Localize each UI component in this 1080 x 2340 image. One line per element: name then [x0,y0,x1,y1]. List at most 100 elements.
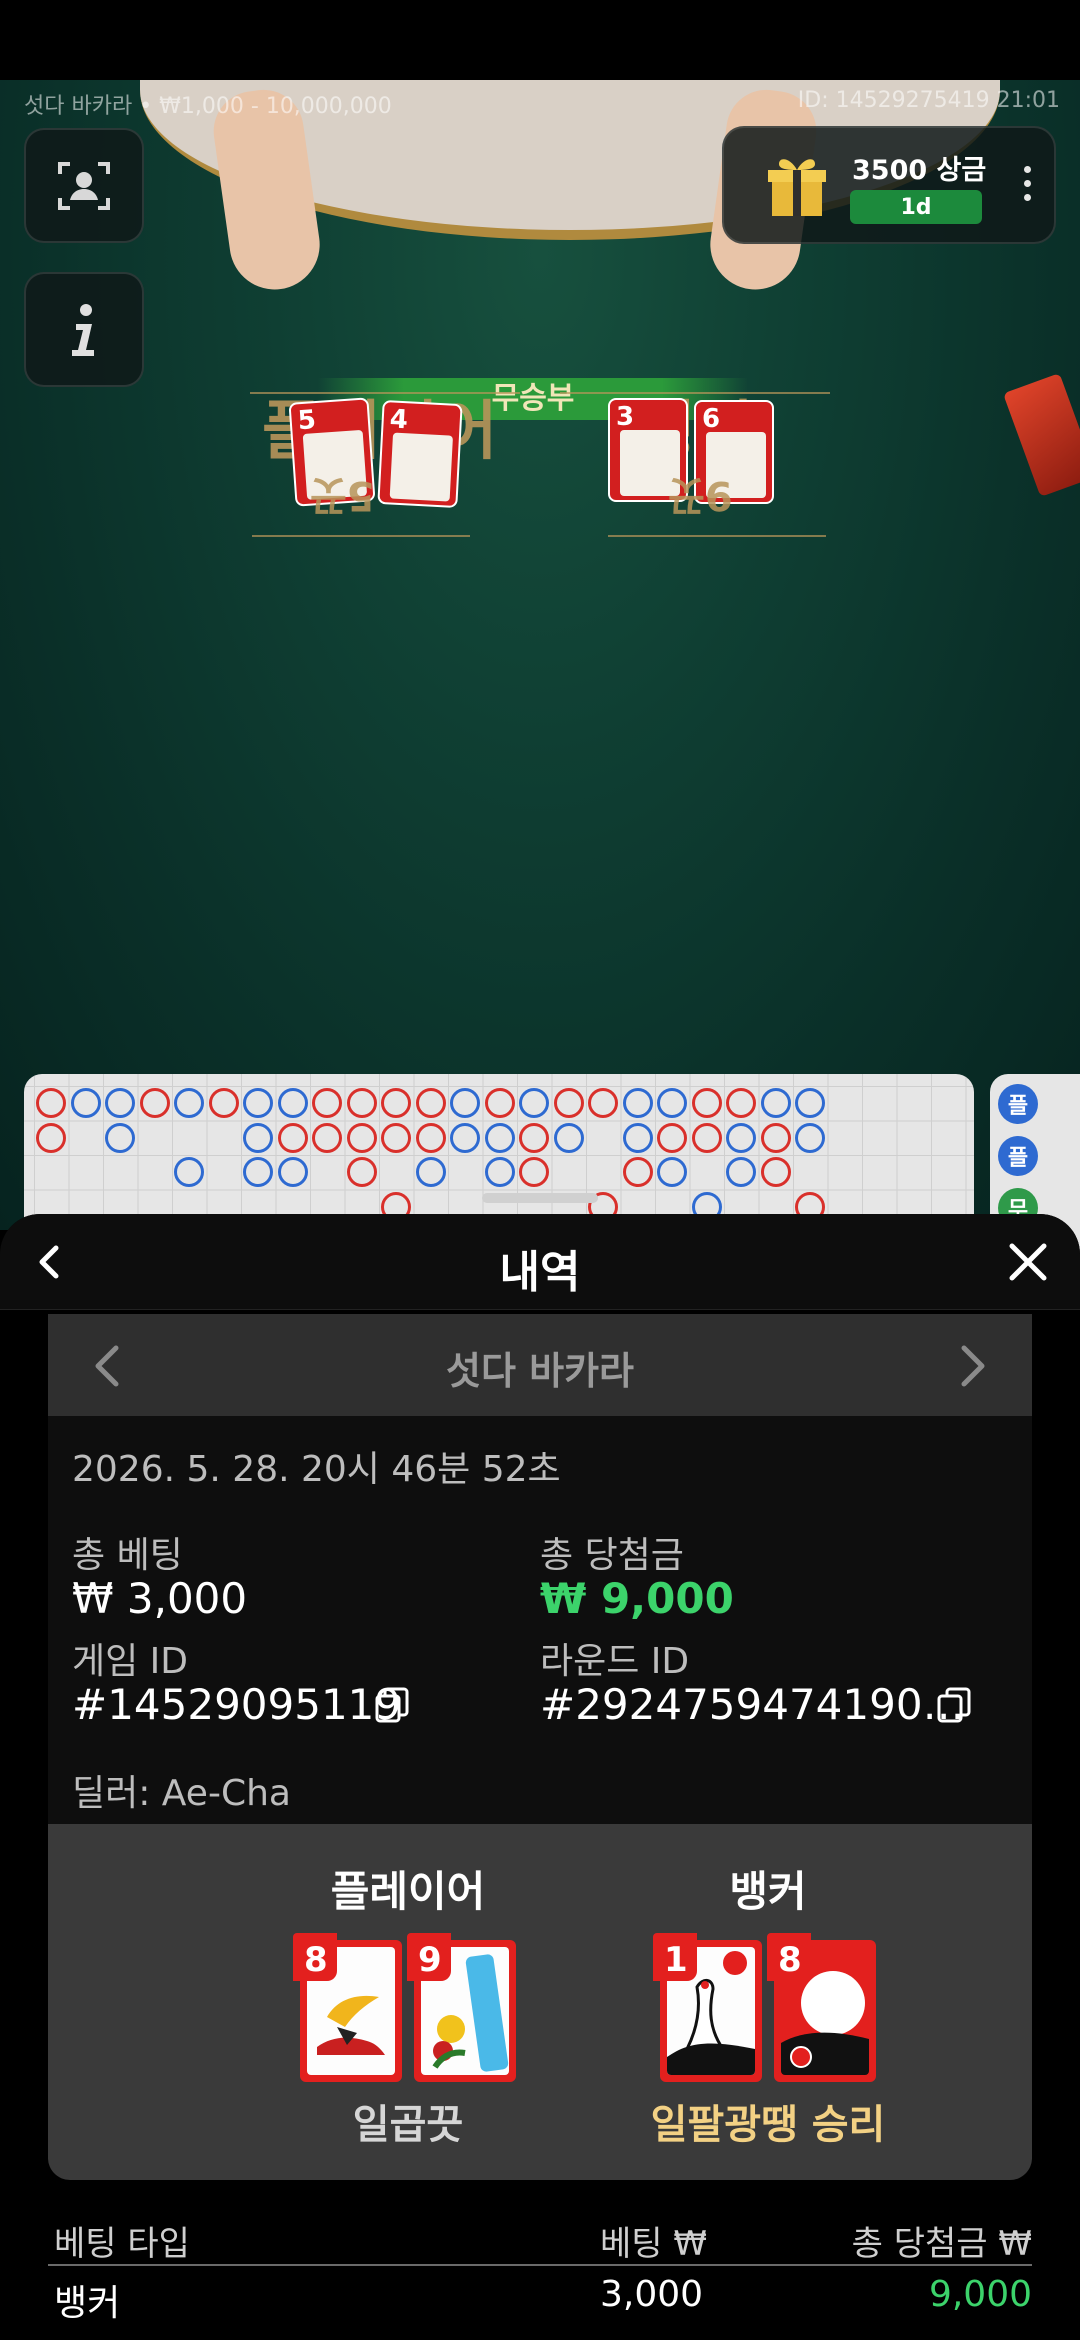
row-bet-amount: 3,000 [600,2274,704,2315]
player-result-label: 플레이어 [330,1867,486,1916]
bead-road-cell [243,1157,273,1187]
dealer-view-button[interactable] [24,128,144,243]
bead-road-cell [208,1088,239,1118]
bead-road-cell [277,1122,308,1153]
bead-road-cell [312,1122,342,1153]
bead-road-cell [622,1157,653,1187]
bead-road-cell [519,1122,549,1153]
round-result: 플레이어 8 9 일곱끗 뱅커 1 8 일팔광땡 승리 [48,1824,1032,2180]
total-bet-value: ₩ 3,000 [72,1574,248,1623]
divider [560,392,830,394]
table-row: 뱅커 3,000 9,000 [48,2268,1032,2328]
bead-road-cell [415,1157,446,1187]
game-selector: 섯다 바카라 [48,1314,1032,1416]
player-result: 플레이어 8 9 일곱끗 [228,1824,588,2180]
bead-road-cell [381,1088,411,1118]
banker-result-label: 뱅커 [729,1867,807,1916]
round-datetime: 2026. 5. 28. 20시 46분 52초 [72,1449,561,1490]
bead-road-cell [277,1157,308,1187]
bead-road-cell [795,1088,825,1118]
player-table-card: 4 [377,399,463,509]
divider [608,535,826,537]
sheet-header: 내역 [0,1214,1080,1310]
bead-road-cell [70,1088,101,1118]
divider [252,535,470,537]
bead-road-cell [381,1122,411,1153]
bead-road-cell [622,1088,653,1118]
bead-road-cell [243,1088,273,1118]
history-sheet: 내역 섯다 바카라 2026. 5. 28. 20시 46분 52초 총 베팅 … [0,1214,1080,2340]
col-bet-type: 베팅 타입 [54,2224,190,2264]
bead-road-cell [450,1122,480,1153]
dealer-name: 딜러: Ae-Cha [72,1773,291,1814]
bead-road-cell [726,1122,756,1153]
col-win-amount: 총 당첨금 ₩ [851,2224,1032,2264]
player-score-label: 5끗 [310,472,375,518]
close-icon[interactable] [1006,1240,1050,1284]
bead-road-cell [760,1088,791,1118]
bead-road-cell [450,1088,480,1118]
person-frame-icon [58,161,110,210]
bead-road-cell [691,1122,722,1153]
total-win-label: 총 당첨금 [540,1535,684,1576]
bead-road-cell [346,1157,377,1187]
player-card: 8 [293,1933,402,2082]
bead-road-cell [553,1088,584,1118]
bead-road-cell [36,1088,66,1118]
divider [250,392,520,394]
bead-road-cell [760,1157,791,1187]
gift-icon [768,159,826,216]
road-summary-item: 플 [998,1084,1038,1124]
bead-road-cell [588,1088,618,1118]
live-game-view: 무승부 플레이어 뱅커 5 4 3 6 5끗 9끗 섯다 바카라 • ₩1,00… [0,0,1080,1254]
player-outcome: 일곱끗 [352,2102,464,2148]
bead-road-cell [622,1122,653,1153]
next-game-icon[interactable] [952,1344,992,1388]
game-table-felt: 무승부 플레이어 뱅커 5 4 3 6 5끗 9끗 [0,80,1080,1230]
bead-road-cell [726,1088,756,1118]
bead-road-cell [312,1088,342,1118]
total-win-value: ₩ 9,000 [540,1574,734,1623]
round-id-info: ID: 14529275419 21:01 [797,88,1060,113]
info-button[interactable] [24,272,144,387]
bet-table-header: 베팅 타입 베팅 ₩ 총 당첨금 ₩ [48,2210,1032,2266]
sheet-title: 내역 [499,1247,581,1298]
bead-road-cell [105,1088,135,1118]
bead-road-cell [174,1088,204,1118]
round-details: 2026. 5. 28. 20시 46분 52초 총 베팅 ₩ 3,000 총 … [48,1416,1032,1824]
total-bet-label: 총 베팅 [72,1535,183,1576]
banker-score-label: 9끗 [668,472,733,518]
game-id-label: 게임 ID [72,1641,189,1682]
copy-icon[interactable] [374,1686,410,1724]
bead-road-cell [553,1122,584,1153]
bead-road-cell [657,1088,687,1118]
game-id-value: #14529095119 [72,1680,402,1729]
prize-timer-badge: 1d [850,190,982,224]
banker-result: 뱅커 1 8 일팔광땡 승리 [588,1824,948,2180]
bead-road-cell [484,1088,515,1118]
bead-road-cell [726,1157,756,1187]
banker-card: 8 [767,1933,876,2082]
bead-road-cell [519,1088,549,1118]
copy-icon[interactable] [936,1686,972,1724]
banker-outcome: 일팔광땡 승리 [650,2102,886,2148]
sheet-drag-handle[interactable] [482,1193,598,1203]
banker-card: 1 [653,1933,762,2082]
table-limits: 섯다 바카라 • ₩1,000 - 10,000,000 [24,94,392,119]
row-win-amount: 9,000 [928,2274,1032,2315]
bead-road-cell [691,1088,722,1118]
col-bet-amount: 베팅 ₩ [600,2224,707,2264]
row-bet-type: 뱅커 [54,2283,121,2324]
bead-road-cell [795,1122,825,1153]
more-menu-icon[interactable] [1024,166,1032,201]
bead-road-cell [415,1088,446,1118]
info-icon [72,303,94,356]
round-id-label: 라운드 ID [540,1641,690,1682]
bead-road-cell [277,1088,308,1118]
prize-widget[interactable]: 3500 상금 1d [722,126,1056,244]
prize-amount: 3500 상금 [852,155,987,186]
bead-road-cell [484,1157,515,1187]
bead-road-cell [484,1122,515,1153]
round-id-value: #2924759474190… [540,1680,965,1729]
bead-road-cell [657,1157,687,1187]
